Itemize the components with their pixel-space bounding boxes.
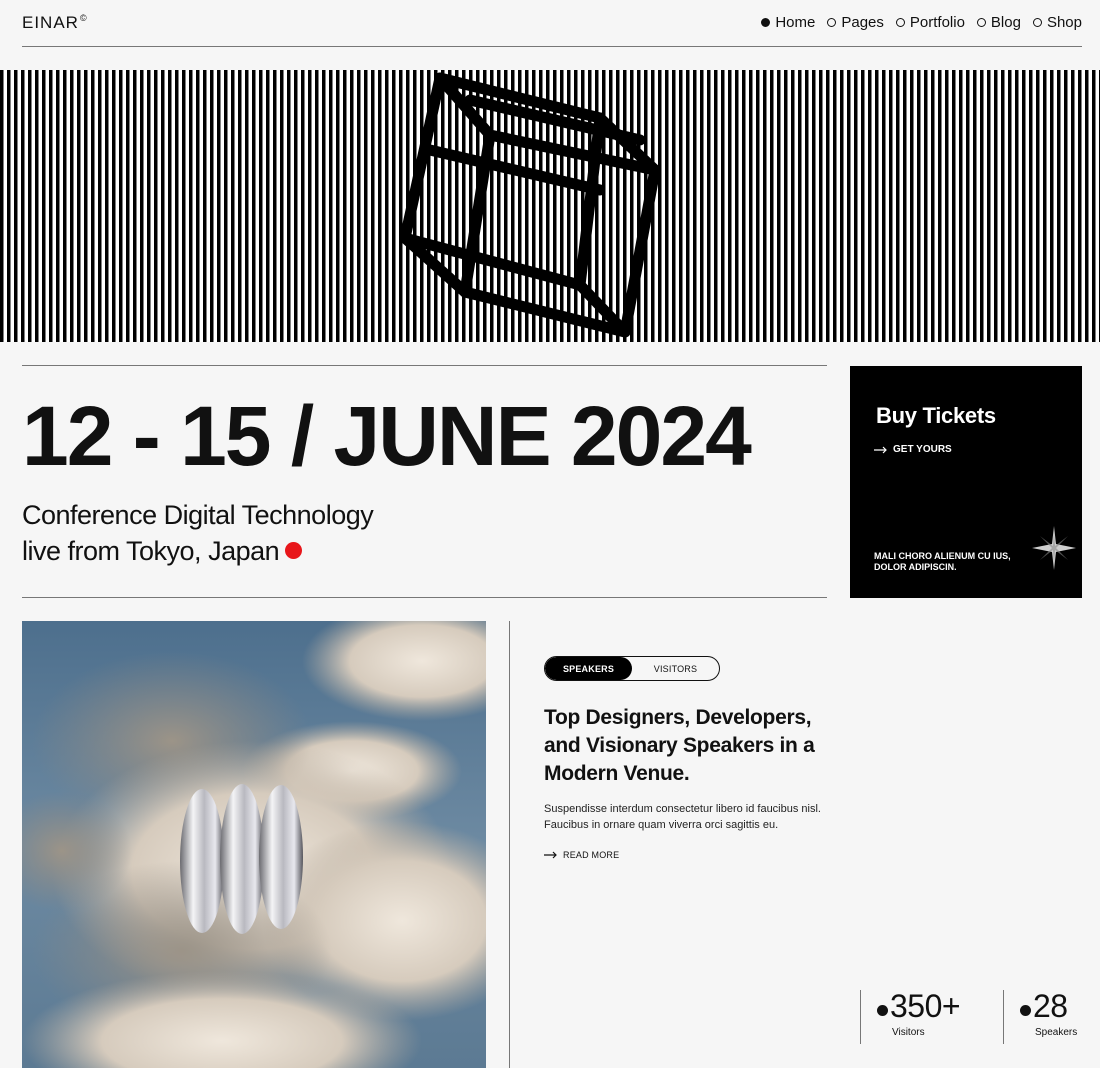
hero-banner [0, 70, 1100, 342]
arrow-right-icon [544, 851, 557, 859]
stat-label: Speakers [1035, 1027, 1078, 1038]
stat-dot-icon [877, 1004, 888, 1016]
subtitle-line-1: Conference Digital Technology [22, 500, 374, 530]
section-divider-top [22, 365, 827, 366]
nav-item-home[interactable]: Home [761, 14, 815, 31]
nav-item-pages[interactable]: Pages [827, 14, 884, 31]
section-body: Suspendisse interdum consectetur libero … [544, 803, 821, 831]
buy-tickets-card[interactable]: Buy Tickets GET YOURS MALI CHORO ALIENUM… [850, 366, 1082, 598]
main-nav: Home Pages Portfolio Blog Shop [761, 14, 1082, 31]
read-more-label: READ MORE [563, 850, 620, 860]
nav-dot-icon [976, 18, 986, 27]
nav-item-blog[interactable]: Blog [976, 14, 1021, 31]
tickets-title: Buy Tickets [876, 403, 996, 428]
audience-tabs: SPEAKERS VISITORS [544, 656, 720, 681]
read-more-link[interactable]: READ MORE [544, 850, 619, 860]
sparkle-star-icon [1032, 526, 1076, 570]
stat-speakers: 28 Speakers [1020, 988, 1077, 1038]
get-yours-link[interactable]: GET YOURS [874, 444, 952, 455]
tab-speakers[interactable]: SPEAKERS [545, 657, 632, 680]
stat-value: 28 [1033, 988, 1068, 1024]
header-divider [22, 46, 1082, 47]
nav-label: Blog [990, 14, 1021, 31]
stat-divider [1003, 990, 1004, 1044]
nav-dot-icon [1032, 18, 1042, 27]
logo-mark: © [79, 13, 88, 23]
event-photo [22, 621, 486, 1068]
nav-dot-icon [761, 18, 771, 27]
section-divider-bottom [22, 597, 827, 598]
nav-label: Shop [1046, 14, 1082, 31]
stat-label: Visitors [892, 1027, 925, 1038]
tickets-note: MALI CHORO ALIENUM CU IUS, DOLOR ADIPISC… [874, 551, 1011, 572]
stat-divider [860, 990, 861, 1044]
stat-dot-icon [1020, 1004, 1031, 1016]
nav-label: Portfolio [909, 14, 965, 31]
nav-item-portfolio[interactable]: Portfolio [895, 14, 965, 31]
tab-visitors[interactable]: VISITORS [632, 657, 719, 680]
nav-dot-icon [895, 18, 905, 27]
get-yours-label: GET YOURS [893, 444, 952, 455]
nav-label: Home [775, 14, 816, 31]
stat-visitors: 350+ Visitors [877, 988, 961, 1038]
cube-graphic [399, 72, 661, 338]
nav-dot-icon [827, 18, 837, 27]
arrow-right-icon [874, 446, 887, 453]
vertical-divider [509, 621, 510, 1068]
site-logo[interactable]: EINAR© [22, 13, 88, 33]
live-dot-icon [285, 542, 303, 560]
nav-label: Pages [841, 14, 884, 31]
stat-value: 350+ [890, 988, 961, 1024]
logo-text: EINAR [22, 13, 79, 32]
section-heading: Top Designers, Developers, and Visionary… [544, 706, 815, 785]
event-dates: 12 - 15 / JUNE 2024 [22, 389, 752, 483]
nav-item-shop[interactable]: Shop [1032, 14, 1082, 31]
event-subtitle: Conference Digital Technology live from … [22, 497, 374, 569]
subtitle-line-2: live from Tokyo, Japan [22, 536, 280, 566]
